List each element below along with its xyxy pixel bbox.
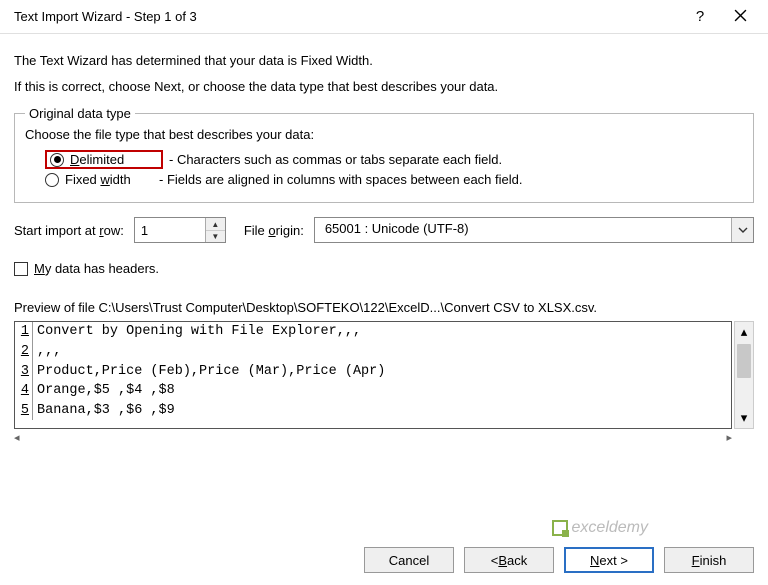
spin-down-icon[interactable]: ▼ bbox=[206, 231, 225, 243]
preview-line: ,,, bbox=[37, 342, 61, 362]
watermark-icon bbox=[552, 520, 568, 536]
scroll-thumb[interactable] bbox=[737, 344, 751, 378]
headers-checkbox[interactable] bbox=[14, 262, 28, 276]
group-legend: Original data type bbox=[25, 106, 135, 121]
preview-line: Orange,$5 ,$4 ,$8 bbox=[37, 381, 175, 401]
wizard-description-2: If this is correct, choose Next, or choo… bbox=[14, 78, 754, 96]
chevron-down-icon[interactable] bbox=[731, 218, 753, 242]
preview-path-label: Preview of file C:\Users\Trust Computer\… bbox=[14, 300, 754, 315]
wizard-description-1: The Text Wizard has determined that your… bbox=[14, 52, 754, 70]
start-row-label: Start import at row: bbox=[14, 223, 124, 238]
headers-checkbox-label[interactable]: My data has headers. bbox=[34, 261, 159, 276]
radio-delimited-label[interactable]: Delimited bbox=[70, 152, 158, 167]
preview-pane: 1Convert by Opening with File Explorer,,… bbox=[14, 321, 732, 429]
original-data-type-group: Original data type Choose the file type … bbox=[14, 106, 754, 203]
help-icon[interactable]: ? bbox=[680, 8, 720, 25]
file-origin-label: File origin: bbox=[244, 223, 304, 238]
file-origin-select[interactable]: 65001 : Unicode (UTF-8) bbox=[314, 217, 754, 243]
watermark: exceldemy bbox=[552, 519, 648, 537]
radio-delimited[interactable] bbox=[50, 153, 64, 167]
preview-line: Banana,$3 ,$6 ,$9 bbox=[37, 401, 175, 421]
radio-fixed-width-desc: - Fields are aligned in columns with spa… bbox=[159, 172, 522, 187]
radio-delimited-desc: - Characters such as commas or tabs sepa… bbox=[169, 152, 502, 167]
delimited-highlight: Delimited bbox=[45, 150, 163, 169]
group-prompt: Choose the file type that best describes… bbox=[25, 127, 743, 142]
window-title: Text Import Wizard - Step 1 of 3 bbox=[14, 9, 680, 24]
scroll-down-icon[interactable]: ▾ bbox=[735, 408, 753, 428]
vertical-scrollbar[interactable]: ▴ ▾ bbox=[734, 321, 754, 429]
radio-fixed-width[interactable] bbox=[45, 173, 59, 187]
finish-button[interactable]: Finish bbox=[664, 547, 754, 573]
close-icon[interactable] bbox=[720, 9, 760, 25]
preview-line: Convert by Opening with File Explorer,,, bbox=[37, 322, 361, 342]
radio-fixed-width-label[interactable]: Fixed width bbox=[65, 172, 153, 187]
horizontal-scrollbar[interactable]: ◂▸ bbox=[14, 431, 754, 444]
preview-line: Product,Price (Feb),Price (Mar),Price (A… bbox=[37, 362, 385, 382]
scroll-up-icon[interactable]: ▴ bbox=[735, 322, 753, 342]
next-button[interactable]: Next > bbox=[564, 547, 654, 573]
spin-up-icon[interactable]: ▲ bbox=[206, 218, 225, 231]
cancel-button[interactable]: Cancel bbox=[364, 547, 454, 573]
back-button[interactable]: < Back bbox=[464, 547, 554, 573]
